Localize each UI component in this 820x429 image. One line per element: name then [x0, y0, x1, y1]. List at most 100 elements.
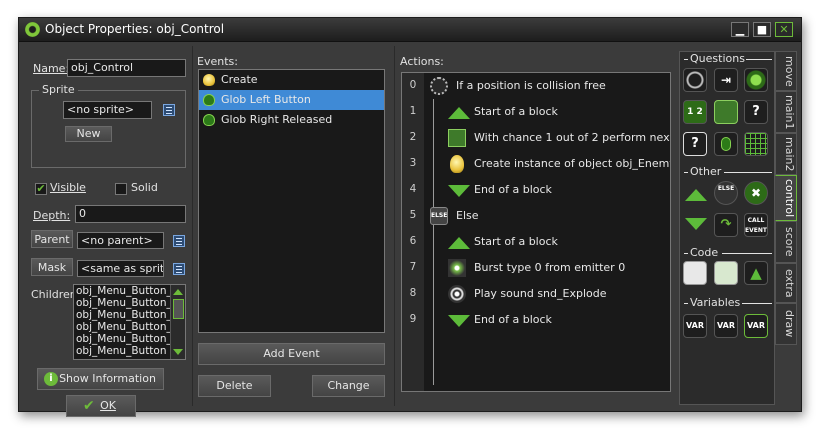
action-number: 9: [409, 313, 417, 325]
action-row[interactable]: 8 Play sound snd_Explode: [402, 281, 670, 307]
call-event-icon[interactable]: CALL EVENT: [744, 213, 768, 237]
call-event-text: CALL EVENT: [745, 217, 767, 234]
list-item[interactable]: obj_Menu_Button_: [74, 285, 185, 297]
name-input[interactable]: obj_Control: [67, 59, 186, 77]
else-icon[interactable]: ELSE: [714, 181, 738, 205]
start-block-icon[interactable]: [685, 189, 707, 201]
mouse-icon: [203, 94, 215, 106]
delete-event-button[interactable]: Delete: [198, 375, 271, 397]
repeat-icon[interactable]: ↷: [714, 213, 738, 237]
close-button[interactable]: ✕: [775, 22, 793, 37]
tab-extra[interactable]: extra: [775, 263, 797, 303]
sprite-select[interactable]: <no sprite>: [63, 101, 152, 119]
test-variable-icon[interactable]: VAR: [714, 314, 738, 338]
tab-score[interactable]: score: [775, 221, 797, 263]
action-label: With chance 1 out of 2 perform next: [474, 131, 671, 144]
scroll-thumb[interactable]: [173, 299, 184, 319]
scroll-down-icon[interactable]: [173, 349, 183, 355]
action-row[interactable]: 3 Create instance of object obj_Enemy: [402, 151, 670, 177]
tab-main1[interactable]: main1: [775, 91, 797, 133]
end-block-icon: [448, 315, 470, 333]
other-header: Other: [690, 165, 722, 178]
events-list[interactable]: Create Glob Left Button Glob Right Relea…: [198, 69, 385, 333]
scroll-up-icon[interactable]: [173, 289, 183, 295]
action-row[interactable]: 7 Burst type 0 from emitter 0: [402, 255, 670, 281]
draw-variable-icon[interactable]: VAR: [744, 314, 768, 338]
event-item-glob-right-released[interactable]: Glob Right Released: [199, 110, 384, 130]
action-number: 2: [409, 131, 417, 143]
minimize-button[interactable]: ▁: [731, 22, 749, 37]
event-item-glob-left-button[interactable]: Glob Left Button: [199, 90, 384, 110]
list-item[interactable]: obj_Menu_Button_: [74, 309, 185, 321]
action-row[interactable]: 4 End of a block: [402, 177, 670, 203]
children-scrollbar[interactable]: [170, 285, 185, 359]
list-item[interactable]: obj_Menu_Button_: [74, 333, 185, 345]
parent-button[interactable]: Parent: [31, 230, 73, 248]
sprite-group-label: Sprite: [39, 83, 78, 96]
new-sprite-button[interactable]: New: [65, 126, 112, 142]
question-mark: ?: [691, 136, 699, 151]
depth-input[interactable]: 0: [75, 205, 186, 223]
test-instance-count-icon[interactable]: 1 2: [683, 100, 707, 124]
parent-select[interactable]: <no parent>: [77, 232, 164, 249]
else-text: ELSE: [717, 185, 735, 192]
edit-parent-icon[interactable]: [173, 235, 185, 247]
end-block-icon[interactable]: [685, 218, 707, 230]
action-row[interactable]: 1 Start of a block: [402, 99, 670, 125]
change-event-button[interactable]: Change: [312, 375, 385, 397]
check-mouse-icon[interactable]: [714, 132, 738, 156]
action-row[interactable]: 5 ELSE Else: [402, 203, 670, 229]
action-label: Start of a block: [474, 235, 558, 248]
window-title: Object Properties: obj_Control: [45, 22, 225, 36]
action-label: End of a block: [474, 313, 552, 326]
actions-list[interactable]: 0 If a position is collision free 1 Start o…: [401, 72, 671, 392]
code-header: Code: [690, 246, 719, 259]
list-item[interactable]: obj_Menu_Button: [74, 345, 185, 357]
dice-icon[interactable]: [714, 100, 738, 124]
edit-mask-icon[interactable]: [173, 263, 185, 275]
title-bar[interactable]: Object Properties: obj_Control ▁ ■ ✕: [19, 18, 801, 42]
check-grid-icon[interactable]: [744, 132, 768, 156]
check-collision-free-icon[interactable]: [683, 68, 707, 92]
tab-main2[interactable]: main2: [775, 133, 797, 175]
event-item-create[interactable]: Create: [199, 70, 384, 90]
tab-move[interactable]: move: [775, 51, 797, 91]
tab-draw[interactable]: draw: [775, 303, 797, 345]
check-empty-icon[interactable]: ⇥: [714, 68, 738, 92]
visible-checkbox[interactable]: ✔: [35, 183, 47, 195]
burst-icon: [448, 259, 466, 277]
tab-control[interactable]: control: [775, 175, 797, 221]
action-label: Burst type 0 from emitter 0: [474, 261, 626, 274]
ok-button[interactable]: ✔ OK: [66, 395, 136, 417]
checkmark-icon: ✔: [83, 398, 95, 414]
action-row[interactable]: 9 End of a block: [402, 307, 670, 333]
execute-code-icon[interactable]: [683, 261, 707, 285]
action-number: 3: [409, 157, 417, 169]
test-expression-icon[interactable]: ?: [683, 132, 707, 156]
show-information-button[interactable]: i Show Information: [37, 368, 164, 390]
check-question-icon[interactable]: ?: [744, 100, 768, 124]
action-row[interactable]: 6 Start of a block: [402, 229, 670, 255]
comment-icon[interactable]: ▲: [744, 261, 768, 285]
list-item[interactable]: obj_Menu_Button_: [74, 321, 185, 333]
var-text: VAR: [686, 321, 704, 330]
maximize-button[interactable]: ■: [753, 22, 771, 37]
check-object-icon[interactable]: [744, 68, 768, 92]
actions-label: Actions:: [400, 55, 444, 68]
action-label: Create instance of object obj_Enemy: [474, 157, 671, 170]
add-event-button[interactable]: Add Event: [198, 343, 385, 365]
action-row[interactable]: 0 If a position is collision free: [402, 73, 670, 99]
edit-sprite-icon[interactable]: [163, 104, 175, 116]
event-label: Glob Right Released: [221, 113, 333, 126]
execute-script-icon[interactable]: [714, 261, 738, 285]
action-number: 0: [409, 79, 417, 91]
solid-checkbox[interactable]: [115, 183, 127, 195]
mask-select[interactable]: <same as sprite>: [77, 260, 164, 277]
list-item[interactable]: obj_Menu_Button_: [74, 297, 185, 309]
set-variable-icon[interactable]: VAR: [683, 314, 707, 338]
action-row[interactable]: 2 With chance 1 out of 2 perform next: [402, 125, 670, 151]
children-list[interactable]: obj_Menu_Button_ obj_Menu_Button_ obj_Me…: [73, 284, 186, 360]
gamemaker-logo-icon: [25, 22, 40, 37]
exit-event-icon[interactable]: ✖: [744, 181, 768, 205]
mask-button[interactable]: Mask: [31, 258, 73, 276]
